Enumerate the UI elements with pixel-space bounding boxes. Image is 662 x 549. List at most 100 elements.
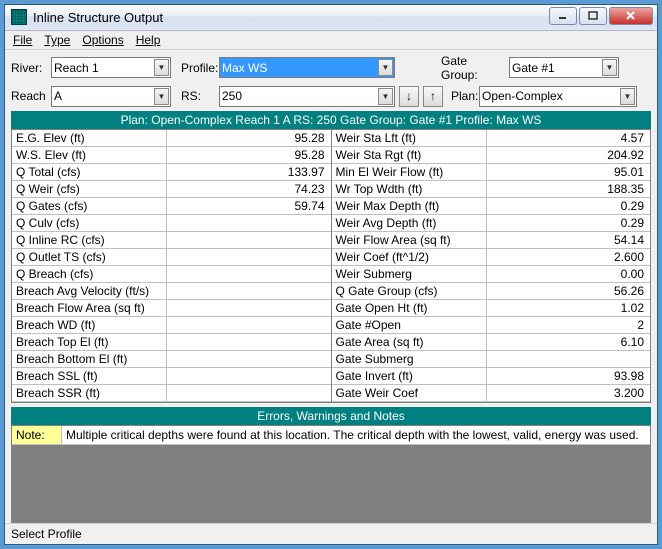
reach-label: Reach (11, 89, 47, 103)
table-row: Breach Avg Velocity (ft/s) (12, 283, 331, 300)
row-label: Gate Submerg (332, 351, 487, 367)
row-label: Min El Weir Flow (ft) (332, 164, 487, 180)
table-row: W.S. Elev (ft)95.28 (12, 147, 331, 164)
gategroup-label: Gate Group: (435, 54, 505, 82)
row-label: Weir Coef (ft^1/2) (332, 249, 487, 265)
row-value: 133.97 (167, 164, 331, 180)
up-arrow-button[interactable]: ↑ (423, 86, 443, 107)
table-row: Min El Weir Flow (ft)95.01 (332, 164, 651, 181)
row-label: Gate #Open (332, 317, 487, 333)
reach-combo[interactable]: A▼ (51, 86, 171, 107)
plan-label: Plan: (447, 89, 475, 103)
row-label: E.G. Elev (ft) (12, 130, 167, 146)
row-value: 204.92 (487, 147, 651, 163)
titlebar: Inline Structure Output (5, 5, 657, 31)
table-row: Weir Submerg0.00 (332, 266, 651, 283)
table-row: Breach Bottom El (ft) (12, 351, 331, 368)
table-row: Gate Open Ht (ft)1.02 (332, 300, 651, 317)
table-row: Breach SSL (ft) (12, 368, 331, 385)
table-row: Q Total (cfs)133.97 (12, 164, 331, 181)
row-value: 59.74 (167, 198, 331, 214)
close-button[interactable] (609, 7, 653, 25)
note-key: Note: (12, 426, 62, 444)
row-value: 6.10 (487, 334, 651, 350)
row-label: Weir Sta Lft (ft) (332, 130, 487, 146)
row-value (167, 249, 331, 265)
table-row: Gate Invert (ft)93.98 (332, 368, 651, 385)
river-label: River: (11, 61, 47, 75)
table-row: Weir Avg Depth (ft)0.29 (332, 215, 651, 232)
table-row: Weir Max Depth (ft)0.29 (332, 198, 651, 215)
row-label: W.S. Elev (ft) (12, 147, 167, 163)
gategroup-combo[interactable]: Gate #1▼ (509, 57, 619, 78)
menubar: File Type Options Help (5, 31, 657, 50)
chevron-down-icon: ▼ (154, 59, 169, 76)
row-label: Breach WD (ft) (12, 317, 167, 333)
chevron-down-icon: ▼ (378, 59, 393, 76)
row-label: Weir Submerg (332, 266, 487, 282)
table-row: Gate Weir Coef3.200 (332, 385, 651, 402)
table-row: Wr Top Wdth (ft)188.35 (332, 181, 651, 198)
table-row: Breach Flow Area (sq ft) (12, 300, 331, 317)
row-label: Gate Open Ht (ft) (332, 300, 487, 316)
row-label: Breach SSR (ft) (12, 385, 167, 401)
row-value: 0.29 (487, 198, 651, 214)
table-row: Weir Coef (ft^1/2)2.600 (332, 249, 651, 266)
row-value: 188.35 (487, 181, 651, 197)
profile-combo[interactable]: Max WS▼ (219, 57, 395, 78)
chevron-down-icon: ▼ (602, 59, 617, 76)
row-label: Gate Invert (ft) (332, 368, 487, 384)
notes-box: Note: Multiple critical depths were foun… (11, 425, 651, 523)
table-row: Q Outlet TS (cfs) (12, 249, 331, 266)
row-value: 54.14 (487, 232, 651, 248)
rs-combo[interactable]: 250▼ (219, 86, 395, 107)
table-row: E.G. Elev (ft)95.28 (12, 130, 331, 147)
down-arrow-button[interactable]: ↓ (399, 86, 419, 107)
river-combo[interactable]: Reach 1▼ (51, 57, 171, 78)
table-row: Q Gate Group (cfs)56.26 (332, 283, 651, 300)
note-text: Multiple critical depths were found at t… (62, 426, 650, 444)
row-value: 0.29 (487, 215, 651, 231)
table-row: Q Breach (cfs) (12, 266, 331, 283)
table-row: Gate Area (sq ft)6.10 (332, 334, 651, 351)
table-row: Gate Submerg (332, 351, 651, 368)
table-row: Breach SSR (ft) (12, 385, 331, 402)
row-value: 4.57 (487, 130, 651, 146)
context-banner: Plan: Open-Complex Reach 1 A RS: 250 Gat… (11, 111, 651, 129)
row-label: Gate Area (sq ft) (332, 334, 487, 350)
row-label: Breach SSL (ft) (12, 368, 167, 384)
statusbar: Select Profile (5, 523, 657, 544)
row-label: Q Outlet TS (cfs) (12, 249, 167, 265)
row-label: Q Gate Group (cfs) (332, 283, 487, 299)
row-value (167, 317, 331, 333)
app-window: Inline Structure Output File Type Option… (4, 4, 658, 545)
row-label: Weir Flow Area (sq ft) (332, 232, 487, 248)
menu-type[interactable]: Type (44, 33, 70, 47)
row-value: 93.98 (487, 368, 651, 384)
row-value (167, 215, 331, 231)
row-value: 95.28 (167, 130, 331, 146)
menu-file[interactable]: File (13, 33, 32, 47)
row-value (167, 300, 331, 316)
row-label: Q Breach (cfs) (12, 266, 167, 282)
row-value: 2 (487, 317, 651, 333)
row-value (167, 266, 331, 282)
row-value (167, 232, 331, 248)
row-value: 0.00 (487, 266, 651, 282)
data-table: E.G. Elev (ft)95.28W.S. Elev (ft)95.28Q … (11, 129, 651, 403)
minimize-button[interactable] (549, 7, 577, 25)
table-row: Weir Sta Lft (ft)4.57 (332, 130, 651, 147)
table-row: Weir Flow Area (sq ft)54.14 (332, 232, 651, 249)
row-label: Weir Avg Depth (ft) (332, 215, 487, 231)
row-label: Q Inline RC (cfs) (12, 232, 167, 248)
table-row: Q Inline RC (cfs) (12, 232, 331, 249)
notes-header: Errors, Warnings and Notes (11, 407, 651, 425)
row-value: 95.01 (487, 164, 651, 180)
row-value: 95.28 (167, 147, 331, 163)
plan-combo[interactable]: Open-Complex▼ (479, 86, 637, 107)
table-row: Gate #Open2 (332, 317, 651, 334)
menu-help[interactable]: Help (136, 33, 161, 47)
menu-options[interactable]: Options (82, 33, 123, 47)
chevron-down-icon: ▼ (378, 88, 393, 105)
maximize-button[interactable] (579, 7, 607, 25)
